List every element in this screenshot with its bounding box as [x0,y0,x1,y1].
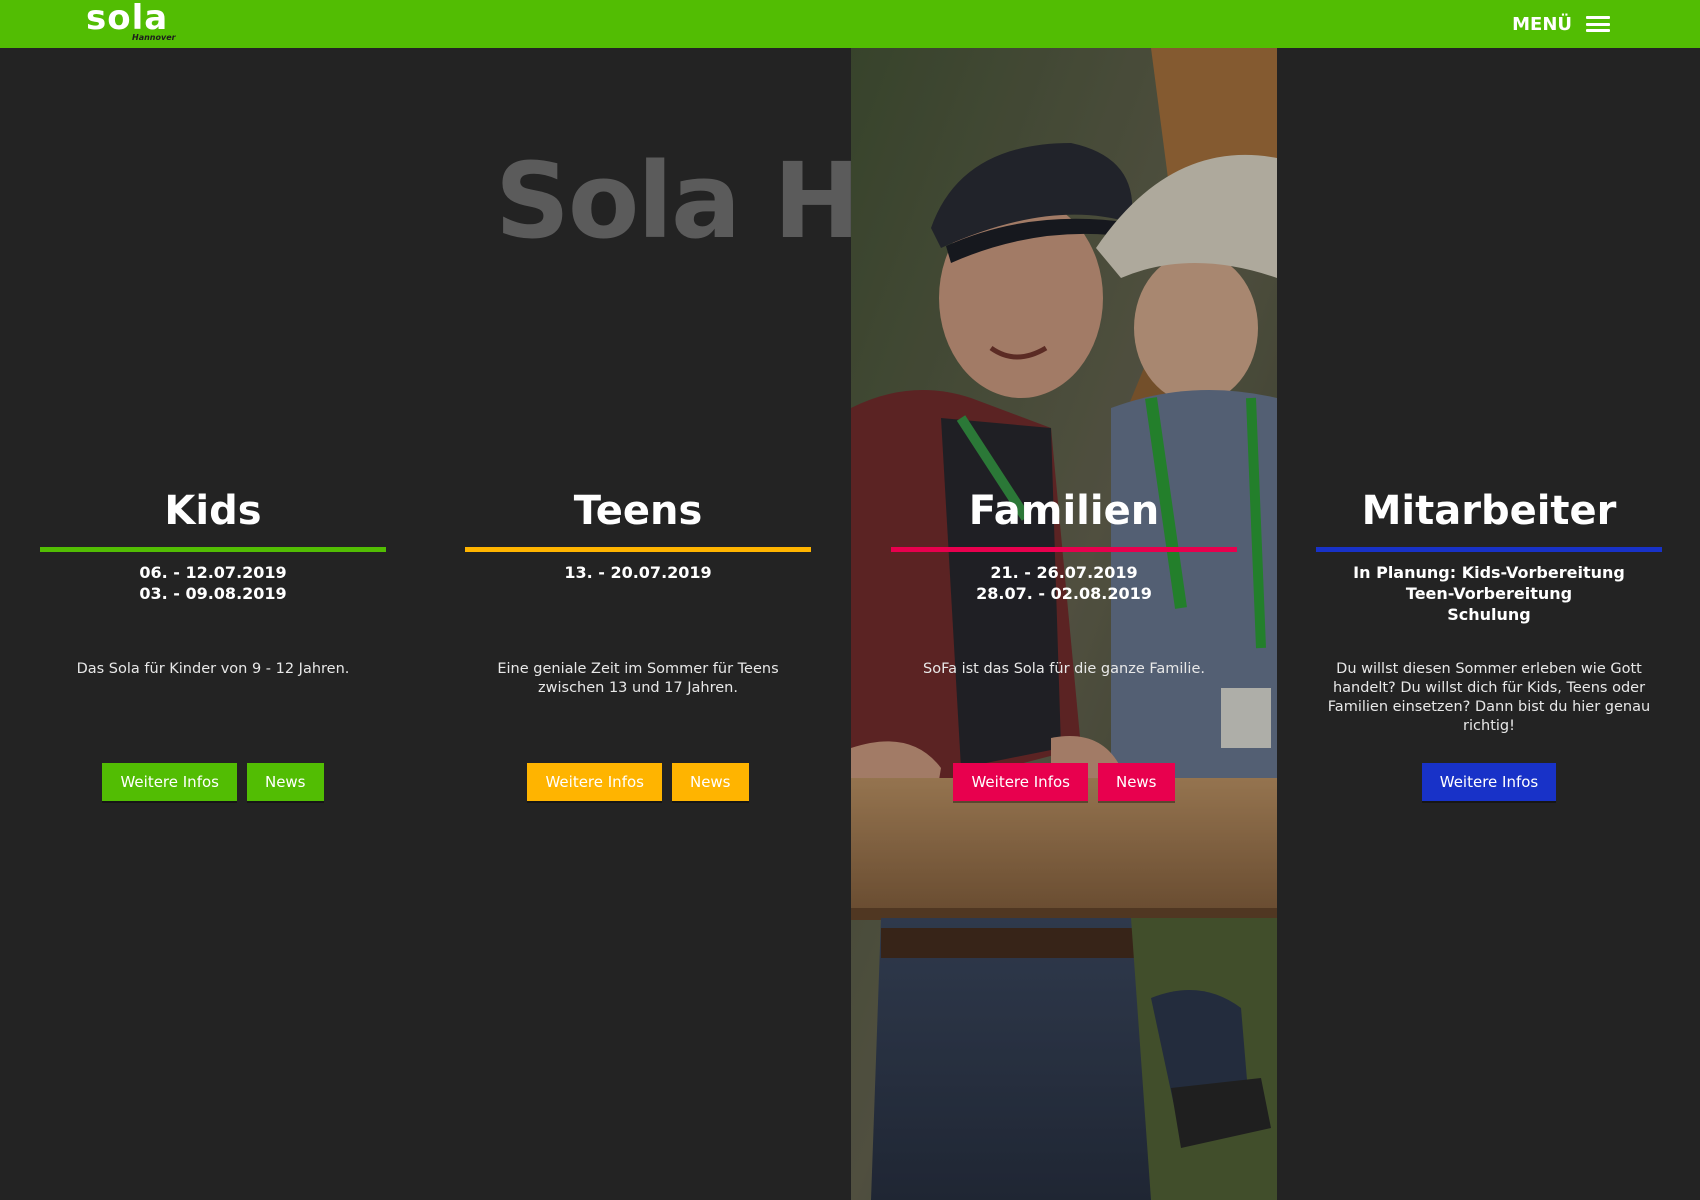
news-button[interactable]: News [671,763,749,801]
news-button[interactable]: News [246,763,324,801]
date-line: Teen-Vorbereitung [1405,584,1573,603]
column-dates: 13. - 20.07.2019 [465,562,811,583]
column-divider [465,547,811,552]
date-line: 06. - 12.07.2019 [139,563,287,582]
column-buttons: Weitere Infos News [40,763,386,801]
date-line: 03. - 09.08.2019 [139,584,287,603]
column-teens: Teens 13. - 20.07.2019 Eine geniale Zeit… [425,48,851,1200]
column-buttons: Weitere Infos News [465,763,811,801]
column-description: Eine geniale Zeit im Sommer für Teens zw… [497,661,779,696]
column-divider [1316,547,1662,552]
column-buttons: Weitere Infos [1316,763,1662,801]
date-line: 21. - 26.07.2019 [990,563,1138,582]
column-mitarbeiter: Mitarbeiter In Planung: Kids-Vorbereitun… [1276,48,1700,1200]
top-navigation-bar: sola Hannover MENÜ [0,0,1700,48]
column-description: Du willst diesen Sommer erleben wie Gott… [1327,661,1651,734]
date-line: 13. - 20.07.2019 [564,563,712,582]
menu-button[interactable]: MENÜ [1512,10,1610,38]
sola-logo[interactable]: sola Hannover [86,0,186,48]
column-description: SoFa ist das Sola für die ganze Familie. [923,661,1205,677]
date-line: 28.07. - 02.08.2019 [976,584,1152,603]
column-buttons: Weitere Infos News [891,763,1237,801]
column-dates: In Planung: Kids-Vorbereitung Teen-Vorbe… [1316,562,1662,625]
logo-subtext: Hannover [132,33,176,42]
column-familien: Familien 21. - 26.07.2019 28.07. - 02.08… [851,48,1277,1200]
column-title-teens: Teens [573,488,703,534]
camp-columns: Kids 06. - 12.07.2019 03. - 09.08.2019 D… [0,48,1700,1200]
column-divider [40,547,386,552]
column-kids: Kids 06. - 12.07.2019 03. - 09.08.2019 D… [0,48,426,1200]
more-info-button[interactable]: Weitere Infos [527,763,662,801]
column-title-mitarbeiter: Mitarbeiter [1361,488,1617,534]
column-divider [891,547,1237,552]
column-dates: 06. - 12.07.2019 03. - 09.08.2019 [40,562,386,604]
column-title-familien: Familien [968,488,1160,534]
column-description: Das Sola für Kinder von 9 - 12 Jahren. [76,661,350,677]
date-line: In Planung: Kids-Vorbereitung [1353,563,1625,582]
more-info-button[interactable]: Weitere Infos [1421,763,1557,801]
column-title-kids: Kids [164,488,262,534]
menu-label: MENÜ [1512,13,1572,35]
more-info-button[interactable]: Weitere Infos [102,763,237,801]
more-info-button[interactable]: Weitere Infos [953,763,1088,801]
column-dates: 21. - 26.07.2019 28.07. - 02.08.2019 [891,562,1237,604]
date-line: Schulung [1447,605,1531,624]
hamburger-icon [1586,16,1610,32]
news-button[interactable]: News [1097,763,1175,801]
